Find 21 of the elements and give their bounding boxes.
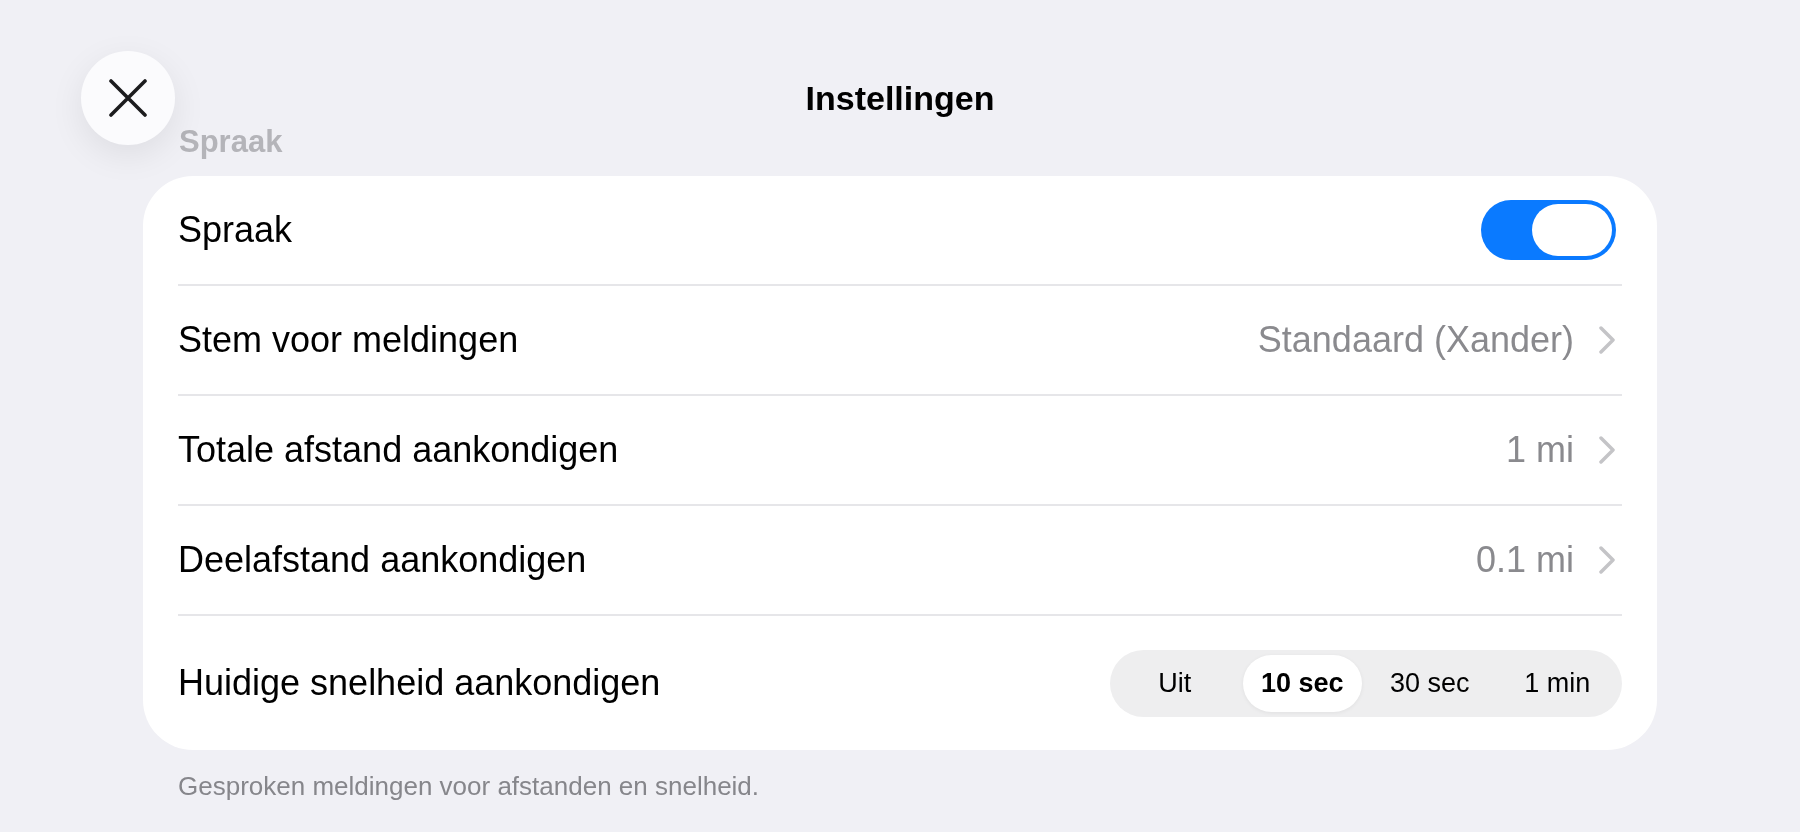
segment-option[interactable]: Uit: [1115, 654, 1235, 712]
row-label: Spraak: [178, 209, 293, 251]
row-label: Stem voor meldingen: [178, 319, 519, 361]
row-label: Huidige snelheid aankondigen: [178, 662, 661, 704]
window-title: Instellingen: [805, 78, 995, 118]
segment-option[interactable]: 30 sec: [1370, 654, 1490, 712]
toggle-switch[interactable]: [1481, 200, 1616, 260]
segment-option[interactable]: 1 min: [1497, 654, 1617, 712]
segmented-control[interactable]: Uit 10 sec 30 sec 1 min: [1110, 649, 1622, 717]
section-footer: Gesproken meldingen voor afstanden en snelheid.: [178, 770, 760, 802]
row-value: 0.1 mi: [1475, 539, 1574, 581]
close-icon: [109, 79, 147, 117]
segment-option[interactable]: 10 sec: [1242, 654, 1362, 712]
row-label: Deelafstand aankondigen: [178, 539, 587, 581]
chevron-right-icon: [1599, 326, 1615, 354]
chevron-right-icon: [1599, 436, 1615, 464]
row-value: 1 mi: [1506, 429, 1574, 471]
row-value: Standaard (Xander): [1257, 319, 1574, 361]
chevron-right-icon: [1599, 546, 1615, 574]
row-label: Totale afstand aankondigen: [178, 429, 619, 471]
section-heading: Spraak: [179, 124, 283, 160]
